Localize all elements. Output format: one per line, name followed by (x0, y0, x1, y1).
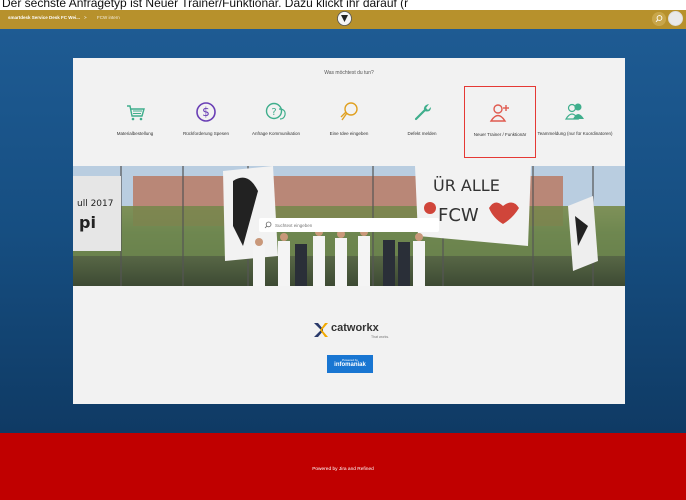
tile-anfrage-kommunikation[interactable]: ? Anfrage Kommunikation (236, 100, 316, 158)
lightbulb-icon (340, 102, 358, 121)
svg-text:?: ? (271, 107, 276, 118)
banner-year-text: ull 2017 (77, 199, 113, 209)
search-icon (264, 221, 272, 229)
chat-question-icon: ? (265, 102, 286, 120)
cart-icon (127, 105, 145, 121)
team-icon (564, 103, 584, 120)
search-icon[interactable] (652, 12, 666, 26)
caption-text: Der sechste Anfragetyp ist Neuer Trainer… (2, 0, 409, 10)
banner-fragment-text: pi (79, 213, 96, 232)
brand-name: catworkx (331, 322, 379, 334)
help-center-card: Was möchtest du tun? Materialbestellung … (73, 58, 625, 404)
tile-rueckforderung-spesen[interactable]: $ Rückforderung Spesen (166, 100, 246, 158)
powered-by-name: infomaniak (334, 362, 366, 368)
user-avatar[interactable] (668, 11, 683, 26)
tile-defekt-melden[interactable]: Defekt melden (382, 100, 462, 158)
breadcrumb-page[interactable]: FCW intern (97, 15, 120, 20)
tile-label: Anfrage Kommunikation (251, 131, 301, 136)
banner-flag-text-1: ÜR ALLE (433, 176, 500, 195)
infomaniak-badge[interactable]: Powered by infomaniak (327, 355, 373, 373)
tile-label: Defekt melden (407, 131, 437, 136)
add-person-icon (489, 104, 509, 122)
search-input[interactable] (275, 220, 435, 230)
tile-materialbestellung[interactable]: Materialbestellung (95, 100, 175, 158)
tile-label: Neuer Trainer / Funktionär (473, 132, 527, 137)
breadcrumb-portal[interactable]: smartdesk Service Desk FC Wei... (8, 15, 80, 20)
tile-teammeldung[interactable]: Teammeldung (nur für Koordinatoren) (535, 100, 615, 158)
breadcrumb-separator: > (84, 15, 87, 20)
tile-label: Teammeldung (nur für Koordinatoren) (537, 131, 613, 136)
brand-tagline: That works. (371, 335, 390, 339)
tile-label: Materialbestellung (116, 131, 154, 136)
tile-label: Eine Idee eingeben (329, 131, 369, 136)
tile-idee-eingeben[interactable]: Eine Idee eingeben (309, 100, 389, 158)
question-heading: Was möchtest du tun? (324, 70, 374, 76)
footer: Powered by Jira and Refined (0, 433, 686, 500)
svg-text:$: $ (202, 105, 210, 119)
banner-flag-text-2: FCW (438, 205, 479, 226)
tile-neuer-trainer[interactable]: Neuer Trainer / Funktionär (464, 86, 536, 158)
catworkx-logo: catworkx That works. (313, 321, 393, 341)
wrench-icon (414, 104, 431, 121)
hero-banner: ull 2017 pi ÜR ALLE FCW (73, 166, 625, 286)
footer-text: Powered by Jira and Refined (312, 467, 374, 472)
dollar-icon: $ (196, 102, 216, 122)
club-logo-icon[interactable] (337, 11, 352, 26)
search-box[interactable] (259, 218, 439, 232)
tile-label: Rückforderung Spesen (182, 131, 230, 136)
catworkx-mark-icon (314, 323, 328, 337)
tutorial-caption: Der sechste Anfragetyp ist Neuer Trainer… (0, 0, 686, 10)
